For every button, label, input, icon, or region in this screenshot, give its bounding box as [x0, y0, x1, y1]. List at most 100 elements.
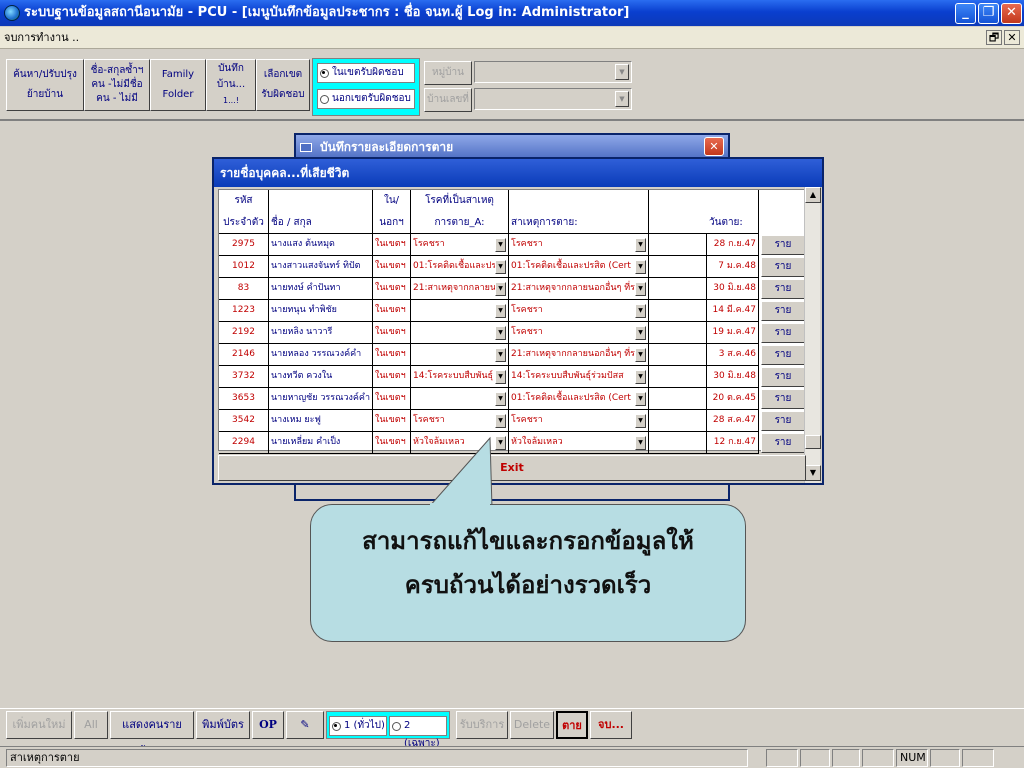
row-detail-button[interactable]: ราย: [761, 345, 805, 365]
duplicate-name-label: ชื่อ-สกุลซ้ำฯ: [90, 65, 144, 76]
cell-name: นายหาญชัย วรรณวงค์คำ: [269, 388, 373, 410]
cell-cause-text: โรคชรา: [511, 415, 543, 425]
chevron-down-icon[interactable]: ▼: [615, 64, 629, 80]
chevron-down-icon[interactable]: ▼: [495, 414, 506, 428]
row-detail-button[interactable]: ราย: [761, 411, 805, 431]
cell-cause[interactable]: โรคชรา: [509, 322, 649, 344]
cell-cause[interactable]: 01:โรคติดเชื้อและปรสิต (Cert: [509, 388, 649, 410]
op-button[interactable]: OP: [252, 711, 284, 739]
chevron-down-icon[interactable]: ▼: [635, 260, 646, 274]
select-area-label: เลือกเขต: [263, 69, 303, 80]
chevron-down-icon[interactable]: ▼: [635, 392, 646, 406]
show-house-button[interactable]: แสดงคนรายบ้านฯ: [110, 711, 194, 757]
deceased-list-dialog: รายชื่อบุคคล...ที่เสียชีวิต รหัส ประจำตั…: [212, 157, 824, 485]
cell-cause[interactable]: 14:โรคระบบสืบพันธุ์ร่วมปัสส: [509, 366, 649, 388]
scroll-up-icon[interactable]: ▲: [805, 187, 821, 203]
cell-cause-text: 14:โรคระบบสืบพันธุ์ร่วมปัสส: [511, 371, 624, 381]
village-combo[interactable]: ▼: [474, 61, 632, 83]
row-detail-button[interactable]: ราย: [761, 257, 805, 277]
cell-name-text: นางเหม ยะฟู: [271, 415, 321, 425]
exit-button[interactable]: Exit: [218, 455, 806, 481]
cell-name: นายเหลี่ยม คำเป็ง: [269, 432, 373, 454]
cell-id: 2192: [219, 322, 269, 344]
chevron-down-icon[interactable]: ▼: [635, 348, 646, 362]
scroll-down-icon[interactable]: ▼: [805, 465, 821, 481]
add-person-button[interactable]: เพิ่มคนใหม่: [6, 711, 72, 739]
chevron-down-icon[interactable]: ▼: [635, 436, 646, 450]
cell-id: 3542: [219, 410, 269, 432]
cell-cause-text: 21:สาเหตุจากกลายนอกอื่นๆ ที่ร: [511, 349, 635, 359]
radio-out-area[interactable]: นอกเขตรับผิดชอบ: [317, 89, 415, 109]
close-button[interactable]: ✕: [1001, 3, 1022, 24]
chevron-down-icon[interactable]: ▼: [495, 370, 506, 384]
chevron-down-icon[interactable]: ▼: [495, 282, 506, 296]
cell-area: ในเขตฯ: [373, 278, 411, 300]
chevron-down-icon[interactable]: ▼: [635, 282, 646, 296]
radio-in-area[interactable]: ในเขตรับผิดชอบ: [317, 63, 415, 83]
cell-cause-text: 01:โรคติดเชื้อและปรสิต (Cert: [511, 393, 631, 403]
restore-button[interactable]: ❐: [978, 3, 999, 24]
house-number-button[interactable]: บ้านเลขที่: [424, 88, 472, 112]
cell-area: ในเขตฯ: [373, 322, 411, 344]
cell-cause[interactable]: โรคชรา: [509, 234, 649, 256]
search-update-button[interactable]: ค้นหา/ปรับปรุง ย้ายบ้าน: [6, 59, 84, 111]
row-detail-button[interactable]: ราย: [761, 389, 805, 409]
dialog-scrollbar[interactable]: ▲ ▼: [804, 187, 821, 483]
family-folder-button[interactable]: Family Folder: [150, 59, 206, 111]
chevron-down-icon[interactable]: ▼: [635, 326, 646, 340]
table-row: 1223 นายทนุน ทำพิชัย ในเขตฯ ▼ โรคชรา ▼ 14 มี.ค…: [219, 300, 807, 322]
chevron-down-icon[interactable]: ▼: [635, 238, 646, 252]
chevron-down-icon[interactable]: ▼: [495, 392, 506, 406]
dead-button[interactable]: ตาย: [556, 711, 588, 739]
row-detail-button[interactable]: ราย: [761, 279, 805, 299]
chevron-down-icon[interactable]: ▼: [615, 91, 629, 107]
cell-cause[interactable]: 01:โรคติดเชื้อและปรสิต (Cert: [509, 256, 649, 278]
radio-general[interactable]: 1 (ทั่วไป): [329, 716, 387, 736]
cell-date-text: 30 มิ.ย.48: [713, 371, 756, 381]
cell-name-text: นายเหลี่ยม คำเป็ง: [271, 437, 341, 447]
service-button[interactable]: รับบริการ: [456, 711, 508, 739]
responsible-label: รับผิดชอบ: [261, 89, 305, 100]
mdi-restore-icon[interactable]: 🗗: [986, 30, 1002, 45]
mdi-close-icon[interactable]: ✕: [1004, 30, 1020, 45]
chevron-down-icon[interactable]: ▼: [635, 370, 646, 384]
chevron-down-icon[interactable]: ▼: [495, 348, 506, 362]
cell-cause[interactable]: 21:สาเหตุจากกลายนอกอื่นๆ ที่ร: [509, 344, 649, 366]
chevron-down-icon[interactable]: ▼: [495, 304, 506, 318]
row-detail-button[interactable]: ราย: [761, 301, 805, 321]
cell-date: 30 มิ.ย.48: [707, 366, 759, 388]
table-row: 2975 นางแสง ต้นหมุด ในเขตฯ โรคชรา ▼ โรคชรา ▼ 28…: [219, 234, 807, 256]
cell-disease-text: 01:โรคติดเชื้อและปร: [413, 261, 495, 271]
print-card-button[interactable]: พิมพ์บัตร: [196, 711, 250, 739]
record-house-button[interactable]: บันทึก บ้าน... 1...!: [206, 59, 256, 111]
row-detail-button[interactable]: ราย: [761, 323, 805, 343]
chevron-down-icon[interactable]: ▼: [635, 414, 646, 428]
village-button[interactable]: หมู่บ้าน: [424, 61, 472, 85]
cell-cause[interactable]: โรคชรา: [509, 300, 649, 322]
select-area-button[interactable]: เลือกเขต รับผิดชอบ: [256, 59, 310, 111]
row-detail-button[interactable]: ราย: [761, 235, 805, 255]
chevron-down-icon[interactable]: ▼: [495, 260, 506, 274]
cell-cause[interactable]: โรคชรา: [509, 410, 649, 432]
menu-exit[interactable]: จบการทำงาน ..: [4, 31, 79, 44]
chevron-down-icon[interactable]: ▼: [495, 238, 506, 252]
row-detail-button[interactable]: ราย: [761, 433, 805, 453]
house-number-combo[interactable]: ▼: [474, 88, 632, 110]
all-button[interactable]: All: [74, 711, 108, 739]
delete-button[interactable]: Delete: [510, 711, 554, 739]
header-disease: โรคที่เป็นสาเหตุ การตาย_A:: [411, 190, 509, 234]
minimize-button[interactable]: _: [955, 3, 976, 24]
cell-id-text: 83: [237, 283, 250, 293]
row-detail-button[interactable]: ราย: [761, 367, 805, 387]
edit-icon[interactable]: ✎: [286, 711, 324, 739]
back-close-button[interactable]: ✕: [704, 137, 724, 156]
cell-cause[interactable]: 21:สาเหตุจากกลายนอกอื่นๆ ที่ร: [509, 278, 649, 300]
duplicate-name-button[interactable]: ชื่อ-สกุลซ้ำฯ คน -ไม่มีชื่อ คน - ไม่มี: [84, 59, 150, 111]
cell-area-text: ในเขตฯ: [375, 349, 406, 359]
end-button[interactable]: จบ...: [590, 711, 632, 739]
scroll-thumb[interactable]: [805, 435, 821, 449]
chevron-down-icon[interactable]: ▼: [495, 326, 506, 340]
cell-cause[interactable]: หัวใจล้มเหลว: [509, 432, 649, 454]
chevron-down-icon[interactable]: ▼: [635, 304, 646, 318]
radio-specific[interactable]: 2 (เฉพาะ): [389, 716, 447, 749]
